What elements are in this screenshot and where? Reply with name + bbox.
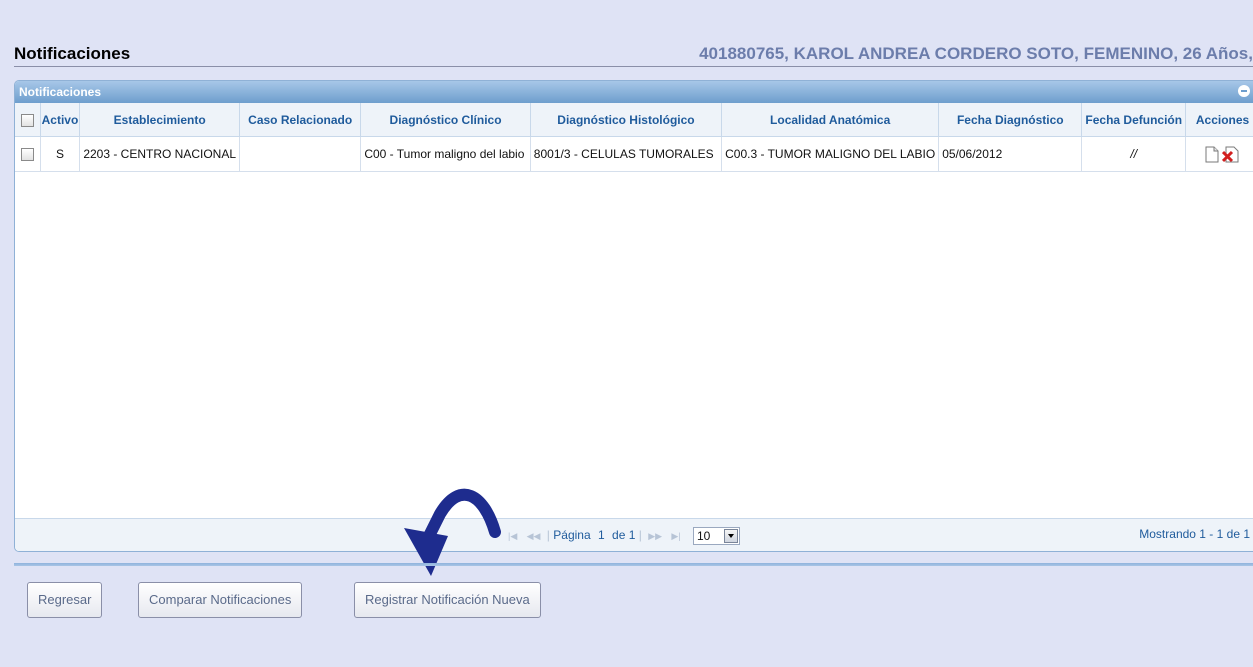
row-select-cell[interactable] bbox=[15, 136, 41, 172]
page-label: Página bbox=[553, 528, 591, 543]
cell-fecha-defuncion: // bbox=[1081, 136, 1187, 172]
column-header-diagnostico-histologico[interactable]: Diagnóstico Histológico bbox=[530, 103, 723, 137]
title-divider bbox=[14, 66, 1253, 67]
page-total: de 1 bbox=[612, 528, 636, 543]
cell-diagnostico-histologico: 8001/3 - CELULAS TUMORALES bbox=[530, 136, 723, 172]
cell-acciones bbox=[1185, 136, 1253, 172]
column-header-caso-relacionado[interactable]: Caso Relacionado bbox=[239, 103, 362, 137]
chevron-down-icon[interactable] bbox=[723, 529, 738, 543]
pager-info: Mostrando 1 - 1 de 1 bbox=[1139, 527, 1250, 541]
cell-fecha-diagnostico: 05/06/2012 bbox=[938, 136, 1083, 172]
column-header-localidad[interactable]: Localidad Anatómica bbox=[721, 103, 940, 137]
first-page-icon[interactable]: |◀ bbox=[508, 531, 517, 541]
delete-icon[interactable] bbox=[1222, 146, 1240, 163]
register-button[interactable]: Registrar Notificación Nueva bbox=[354, 582, 541, 618]
pager-nav: |◀ ◀◀ | Página 1 de 1 | ▶▶ ▶| 10 bbox=[505, 527, 740, 545]
cell-localidad: C00.3 - TUMOR MALIGNO DEL LABIO bbox=[721, 136, 940, 172]
column-header-activo[interactable]: Activo bbox=[40, 103, 81, 137]
cell-activo: S bbox=[40, 136, 81, 172]
pager: |◀ ◀◀ | Página 1 de 1 | ▶▶ ▶| 10 Mostran… bbox=[15, 518, 1253, 551]
collapse-icon[interactable] bbox=[1238, 85, 1250, 97]
grid-caption: Notificaciones bbox=[15, 81, 1253, 103]
prev-page-icon[interactable]: ◀◀ bbox=[527, 531, 541, 541]
cell-caso-relacionado bbox=[239, 136, 362, 172]
page-number[interactable]: 1 bbox=[598, 528, 605, 542]
bottom-divider bbox=[14, 563, 1253, 566]
table-row[interactable]: S 2203 - CENTRO NACIONAL C00 - Tumor mal… bbox=[15, 136, 1253, 172]
notifications-table: Activo Establecimiento Caso Relacionado … bbox=[15, 103, 1253, 172]
select-all-checkbox[interactable] bbox=[20, 113, 34, 127]
compare-button[interactable]: Comparar Notificaciones bbox=[138, 582, 303, 618]
rows-per-page-value: 10 bbox=[696, 529, 711, 543]
column-header-fecha-defuncion[interactable]: Fecha Defunción bbox=[1081, 103, 1187, 137]
next-page-icon[interactable]: ▶▶ bbox=[648, 531, 662, 541]
patient-info: 401880765, KAROL ANDREA CORDERO SOTO, FE… bbox=[699, 44, 1253, 63]
column-header-acciones: Acciones bbox=[1185, 103, 1253, 137]
column-header-establecimiento[interactable]: Establecimiento bbox=[79, 103, 241, 137]
select-all-header[interactable] bbox=[15, 103, 41, 137]
column-header-diagnostico-clinico[interactable]: Diagnóstico Clínico bbox=[360, 103, 531, 137]
view-icon[interactable] bbox=[1205, 146, 1219, 163]
page-title: Notificaciones bbox=[14, 44, 131, 63]
rows-per-page-select[interactable]: 10 bbox=[692, 527, 740, 545]
notifications-grid: Notificaciones Activo Establecimiento Ca… bbox=[14, 80, 1253, 552]
table-header-row: Activo Establecimiento Caso Relacionado … bbox=[15, 103, 1253, 137]
back-button[interactable]: Regresar bbox=[27, 582, 103, 618]
cell-establecimiento: 2203 - CENTRO NACIONAL bbox=[79, 136, 241, 172]
row-checkbox[interactable] bbox=[20, 148, 34, 162]
last-page-icon[interactable]: ▶| bbox=[671, 531, 680, 541]
cell-diagnostico-clinico: C00 - Tumor maligno del labio bbox=[360, 136, 531, 172]
column-header-fecha-diagnostico[interactable]: Fecha Diagnóstico bbox=[938, 103, 1083, 137]
